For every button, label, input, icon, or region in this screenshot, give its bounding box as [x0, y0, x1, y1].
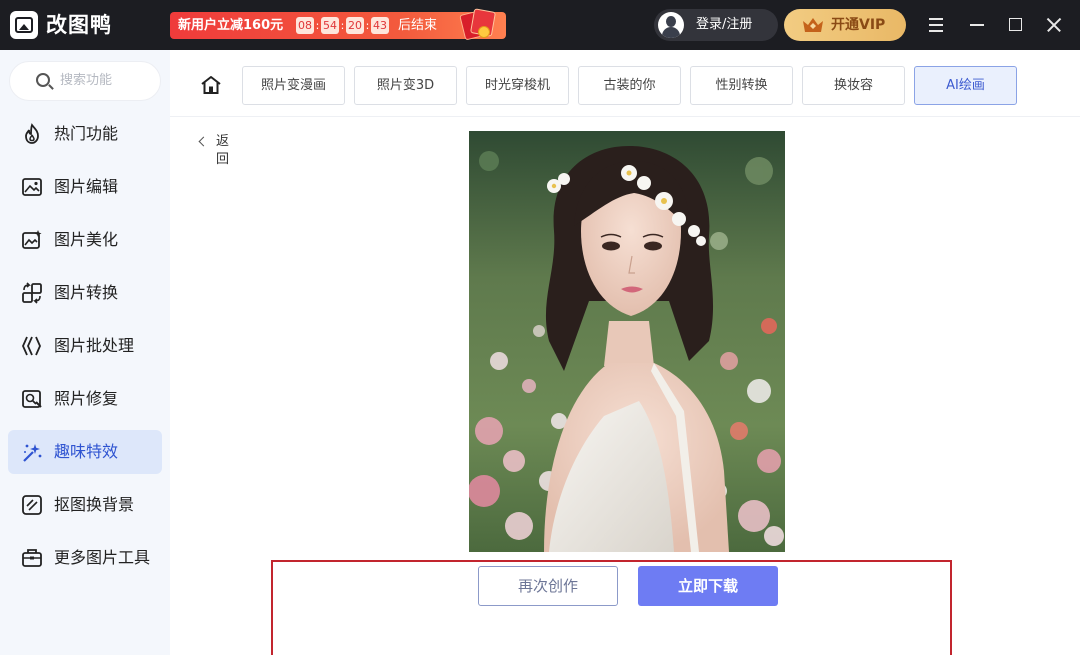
countdown-hours: 08: [296, 17, 314, 34]
flame-icon: [25, 123, 39, 144]
maximize-icon[interactable]: [1004, 13, 1028, 37]
sidebar-item-label: 图片美化: [54, 230, 119, 249]
sidebar-item-label: 更多图片工具: [54, 548, 151, 567]
tab-time-machine[interactable]: 时光穿梭机: [466, 66, 569, 105]
avatar-icon: [658, 12, 684, 38]
toolbox-icon: [22, 549, 42, 567]
vip-button[interactable]: 开通VIP: [784, 9, 906, 41]
title-bar: 改图鸭 新用户立减160元 08 : 54 : 20 : 43 后结束 登录/注…: [0, 0, 1080, 50]
tab-bar: 照片变漫画 照片变3D 时光穿梭机 古装的你 性别转换 换妆容 AI绘画: [170, 50, 1080, 117]
countdown-minutes: 54: [321, 17, 339, 34]
sidebar-item-label: 趣味特效: [54, 442, 119, 461]
promo-suffix: 后结束: [398, 18, 438, 33]
menu-icon[interactable]: [925, 13, 949, 37]
home-icon[interactable]: [200, 75, 222, 95]
sidebar: 搜索功能 热门功能 图片编辑 图片美化 图片转换 图片批处理 照片修复 趣味特效…: [0, 50, 170, 655]
sidebar-item-label: 抠图换背景: [54, 495, 135, 514]
sidebar-item-convert[interactable]: 图片转换: [8, 271, 162, 315]
crown-icon: [803, 18, 823, 32]
sidebar-item-edit[interactable]: 图片编辑: [8, 165, 162, 209]
result-image: [469, 131, 785, 552]
sidebar-item-label: 图片编辑: [54, 177, 119, 196]
batch-icon: [22, 336, 41, 356]
sidebar-item-hot[interactable]: 热门功能: [8, 112, 162, 156]
convert-icon: [22, 282, 42, 304]
sidebar-item-label: 热门功能: [54, 124, 119, 143]
countdown-seconds: 20: [346, 17, 364, 34]
sidebar-nav: 热门功能 图片编辑 图片美化 图片转换 图片批处理 照片修复 趣味特效 抠图换背…: [8, 112, 162, 589]
tab-photo-to-3d[interactable]: 照片变3D: [354, 66, 457, 105]
login-button[interactable]: 登录/注册: [654, 9, 778, 41]
tab-gender-swap[interactable]: 性别转换: [690, 66, 793, 105]
tab-makeup[interactable]: 换妆容: [802, 66, 905, 105]
sidebar-item-batch[interactable]: 图片批处理: [8, 324, 162, 368]
create-again-button[interactable]: 再次创作: [478, 566, 618, 606]
sparkle-icon: [23, 444, 42, 462]
sidebar-item-label: 照片修复: [54, 389, 119, 408]
app-title: 改图鸭: [46, 13, 112, 37]
app-logo-icon: [10, 11, 38, 39]
promo-text: 新用户立减160元: [178, 18, 284, 33]
tab-photo-to-comic[interactable]: 照片变漫画: [242, 66, 345, 105]
sidebar-item-effects[interactable]: 趣味特效: [8, 430, 162, 474]
countdown-timer: 08 : 54 : 20 : 43: [296, 17, 389, 34]
close-icon[interactable]: [1043, 13, 1067, 37]
tab-ancient-costume[interactable]: 古装的你: [578, 66, 681, 105]
search-icon: [36, 73, 50, 87]
image-edit-icon: [22, 178, 42, 196]
sidebar-item-beautify[interactable]: 图片美化: [8, 218, 162, 262]
search-input[interactable]: 搜索功能: [9, 61, 161, 101]
login-label: 登录/注册: [696, 17, 753, 32]
download-button[interactable]: 立即下载: [638, 566, 778, 606]
sidebar-item-cutout[interactable]: 抠图换背景: [8, 483, 162, 527]
minimize-icon[interactable]: [966, 13, 990, 37]
red-envelope-icon: [458, 8, 497, 41]
tab-ai-painting[interactable]: AI绘画: [914, 66, 1017, 105]
vip-label: 开通VIP: [831, 17, 886, 33]
chevron-left-icon: [198, 136, 209, 147]
promo-banner[interactable]: 新用户立减160元 08 : 54 : 20 : 43 后结束: [170, 8, 506, 41]
sidebar-item-label: 图片批处理: [54, 336, 135, 355]
cutout-icon: [22, 495, 42, 515]
back-label: 返回: [216, 134, 230, 167]
countdown-centis: 43: [371, 17, 389, 34]
image-beautify-icon: [22, 230, 42, 249]
search-placeholder: 搜索功能: [60, 73, 113, 88]
sidebar-item-more-tools[interactable]: 更多图片工具: [8, 536, 162, 580]
sidebar-item-repair[interactable]: 照片修复: [8, 377, 162, 421]
photo-repair-icon: [22, 390, 42, 408]
sidebar-item-label: 图片转换: [54, 283, 119, 302]
